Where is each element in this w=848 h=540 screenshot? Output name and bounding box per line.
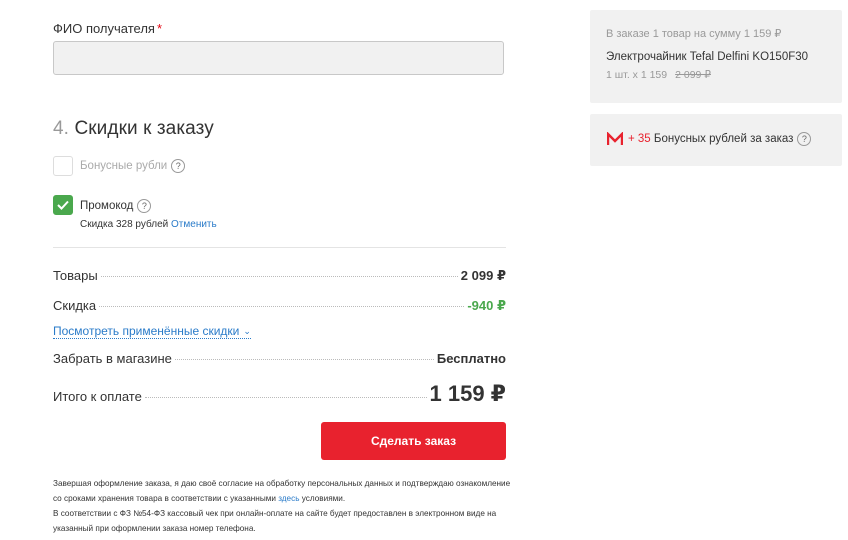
promo-code-help-icon[interactable]: ? (137, 199, 152, 213)
legal-terms-link[interactable]: здесь (278, 494, 299, 503)
legal-consent-end: условиями. (301, 494, 346, 503)
promo-code-label: Промокод (80, 200, 134, 213)
product-qty-price: 1 шт. x 1 159 2 099 ₽ (606, 69, 711, 81)
section-title: 4. Скидки к заказу (53, 118, 214, 140)
recipient-label-text: ФИО получателя (53, 21, 155, 36)
dotted-leader (174, 359, 434, 360)
goods-label: Товары (53, 268, 98, 283)
section-number: 4. (53, 118, 70, 139)
product-qty: 1 шт. x 1 159 (606, 69, 668, 81)
promo-code-option: Промокод? (80, 199, 152, 213)
show-applied-discounts-text: Посмотреть применённые скидки (53, 324, 240, 338)
promo-cancel-link[interactable]: Отменить (171, 219, 217, 230)
discount-row: Скидка -940 ₽ (53, 298, 506, 314)
bonus-rubles-label: Бонусные рубли (80, 160, 168, 173)
product-name[interactable]: Электрочайник Tefal Delfini KO150F30 (606, 51, 808, 63)
chevron-down-icon: ⌄ (243, 326, 251, 336)
total-row: Итого к оплате 1 159 ₽ (53, 381, 506, 407)
mvideo-logo-icon (607, 132, 623, 145)
bonus-rubles-checkbox[interactable] (53, 156, 73, 176)
bonus-text: Бонусных рублей за заказ (653, 133, 794, 146)
divider (53, 247, 506, 248)
place-order-button[interactable]: Сделать заказ (321, 422, 506, 460)
promo-discount-note: Скидка 328 рублей Отменить (80, 219, 217, 230)
recipient-label: ФИО получателя * (53, 21, 162, 36)
bonus-rubles-option: Бонусные рубли? (80, 159, 186, 173)
total-label: Итого к оплате (53, 389, 142, 404)
pickup-value: Бесплатно (436, 351, 506, 366)
discount-value: -940 ₽ (467, 298, 506, 313)
required-mark: * (156, 21, 163, 36)
legal-text: Завершая оформление заказа, я даю своё с… (53, 476, 513, 536)
promo-code-checkbox[interactable] (53, 195, 73, 215)
bonus-help-icon[interactable]: ? (797, 132, 812, 146)
total-value: 1 159 ₽ (429, 381, 506, 406)
goods-value: 2 099 ₽ (460, 268, 506, 283)
pickup-label: Забрать в магазине (53, 351, 172, 366)
dotted-leader (144, 397, 427, 398)
recipient-name-input[interactable] (53, 41, 504, 75)
legal-receipt-text: В соответствии с ФЗ №54-ФЗ кассовый чек … (53, 509, 497, 533)
bonus-amount: + 35 (628, 133, 651, 146)
product-old-price: 2 099 ₽ (675, 69, 711, 81)
promo-discount-text: Скидка 328 рублей (80, 219, 169, 230)
goods-row: Товары 2 099 ₽ (53, 268, 506, 284)
dotted-leader (99, 306, 465, 307)
order-summary-text: В заказе 1 товар на сумму 1 159 ₽ (606, 28, 782, 40)
bonus-info: + 35 Бонусных рублей за заказ? (628, 132, 812, 146)
show-applied-discounts-link[interactable]: Посмотреть применённые скидки ⌄ (53, 324, 251, 339)
pickup-row: Забрать в магазине Бесплатно (53, 351, 506, 366)
bonus-rubles-help-icon[interactable]: ? (171, 159, 186, 173)
checkmark-icon (57, 200, 69, 210)
dotted-leader (100, 276, 458, 277)
section-title-text: Скидки к заказу (74, 118, 214, 139)
discount-label: Скидка (53, 298, 97, 313)
